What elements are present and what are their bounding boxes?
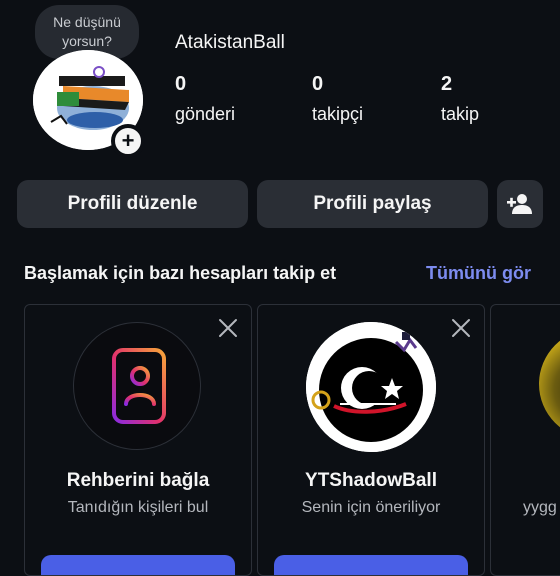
contacts-circle (73, 322, 201, 450)
connect-contacts-button[interactable] (41, 555, 235, 575)
plus-icon: + (114, 127, 142, 155)
followers-count[interactable]: 0 (312, 73, 323, 96)
discover-people-button[interactable] (497, 180, 543, 228)
person-add-icon (507, 194, 532, 214)
suggested-user-avatar[interactable] (539, 329, 560, 439)
suggestion-card-contacts[interactable]: Rehberini bağla Tanıdığın kişileri bul (24, 304, 252, 576)
contacts-book-icon (105, 348, 166, 424)
following-count[interactable]: 2 (441, 73, 452, 96)
followers-label[interactable]: takipçi (312, 104, 363, 125)
posts-label[interactable]: gönderi (175, 104, 235, 125)
username: AtakistanBall (175, 32, 285, 53)
share-profile-button[interactable]: Profili paylaş (257, 180, 488, 228)
card-subtitle: yygg (523, 499, 557, 516)
see-all-link[interactable]: Tümünü gör (426, 263, 531, 284)
following-label[interactable]: takip (441, 104, 479, 125)
close-icon[interactable] (450, 317, 472, 339)
card-subtitle: Tanıdığın kişileri bul (67, 499, 209, 516)
card-title: YTShadowBall (305, 470, 437, 491)
card-subtitle: Senin için öneriliyor (301, 499, 441, 516)
note-text-line-1: Ne düşünü (53, 14, 121, 30)
edit-profile-button[interactable]: Profili düzenle (17, 180, 248, 228)
suggested-user-avatar[interactable] (306, 322, 436, 452)
posts-count[interactable]: 0 (175, 73, 186, 96)
add-story-button[interactable]: + (111, 124, 145, 158)
suggestion-card-partial[interactable]: yygg (490, 304, 560, 576)
suggestion-card-user[interactable]: YTShadowBall Senin için öneriliyor (257, 304, 485, 576)
countryball-image (306, 322, 436, 452)
suggestions-title: Başlamak için bazı hesapları takip et (24, 263, 337, 283)
close-icon[interactable] (217, 317, 239, 339)
follow-button[interactable] (274, 555, 468, 575)
note-text-line-2: yorsun? (62, 33, 112, 49)
card-title: Rehberini bağla (66, 470, 210, 491)
